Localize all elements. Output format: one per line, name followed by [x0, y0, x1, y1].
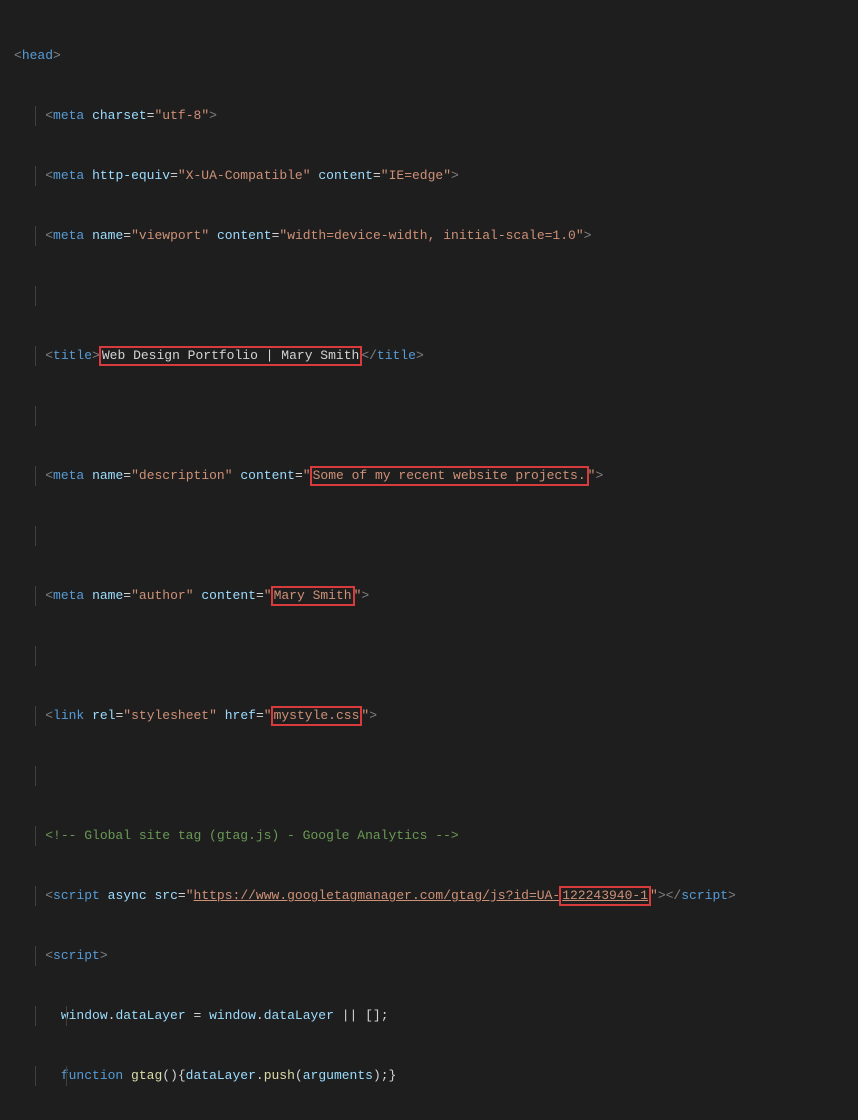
code-line[interactable]: <meta name="author" content="Mary Smith"…: [0, 586, 858, 606]
code-line[interactable]: [0, 646, 858, 666]
code-line[interactable]: <head>: [0, 46, 858, 66]
code-line[interactable]: [0, 286, 858, 306]
code-editor[interactable]: <head> <meta charset="utf-8"> <meta http…: [0, 0, 858, 1120]
code-line[interactable]: <script>: [0, 946, 858, 966]
code-line[interactable]: <title>Web Design Portfolio | Mary Smith…: [0, 346, 858, 366]
code-line[interactable]: window.dataLayer = window.dataLayer || […: [0, 1006, 858, 1026]
highlight-ga-id-url: 122243940-1: [559, 886, 651, 906]
highlight-title: Web Design Portfolio | Mary Smith: [99, 346, 362, 366]
highlight-author: Mary Smith: [271, 586, 355, 606]
code-line[interactable]: <!-- Global site tag (gtag.js) - Google …: [0, 826, 858, 846]
code-line[interactable]: <meta name="description" content="Some o…: [0, 466, 858, 486]
highlight-description: Some of my recent website projects.: [310, 466, 589, 486]
code-line[interactable]: <meta charset="utf-8">: [0, 106, 858, 126]
code-line[interactable]: <script async src="https://www.googletag…: [0, 886, 858, 906]
code-line[interactable]: [0, 766, 858, 786]
code-line[interactable]: <link rel="stylesheet" href="mystyle.css…: [0, 706, 858, 726]
code-line[interactable]: function gtag(){dataLayer.push(arguments…: [0, 1066, 858, 1086]
code-line[interactable]: <meta http-equiv="X-UA-Compatible" conte…: [0, 166, 858, 186]
highlight-stylesheet: mystyle.css: [271, 706, 363, 726]
code-line[interactable]: [0, 526, 858, 546]
code-line[interactable]: <meta name="viewport" content="width=dev…: [0, 226, 858, 246]
code-line[interactable]: [0, 406, 858, 426]
